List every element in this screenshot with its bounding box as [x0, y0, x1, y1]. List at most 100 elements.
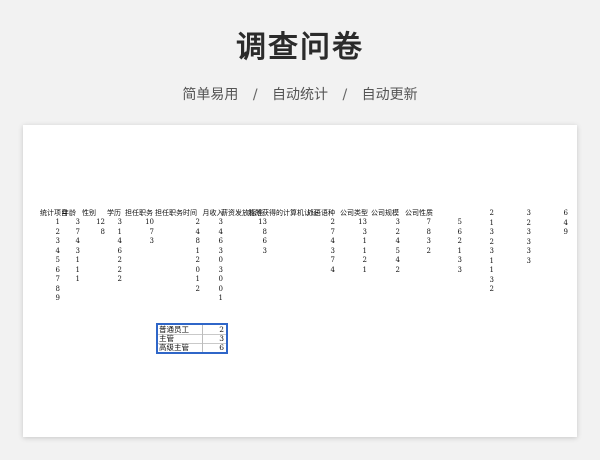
summary-value: 6 — [219, 343, 224, 352]
table-cell: 1 — [195, 275, 200, 284]
row-index: 7 — [55, 275, 60, 284]
table-cell: 0 — [195, 265, 200, 274]
table-cell: 1 — [362, 246, 367, 255]
table-cell: 2 — [117, 275, 122, 284]
table-cell: 3 — [526, 228, 531, 237]
table-cell: 1 — [75, 275, 80, 284]
table-cell: 7 — [330, 227, 335, 236]
table-cell: 3 — [75, 246, 80, 255]
table-cell: 3 — [489, 275, 494, 284]
table-cell: 7 — [330, 256, 335, 265]
column-header: 外语语种 — [307, 209, 335, 217]
table-cell: 13 — [358, 218, 367, 226]
table-cell: 3 — [117, 218, 122, 226]
table-cell: 3 — [526, 209, 531, 217]
table-cell: 4 — [395, 237, 400, 246]
table-cell: 2 — [457, 237, 462, 246]
table-cell: 2 — [330, 218, 335, 226]
table-cell: 1 — [75, 265, 80, 274]
summary-table[interactable]: 普通员工 2 主管 3 高级主管 6 — [156, 323, 228, 354]
row-index: 5 — [55, 256, 60, 265]
summary-row: 高级主管 6 — [158, 343, 226, 352]
table-cell: 1 — [218, 294, 223, 303]
table-cell: 2 — [195, 218, 200, 226]
table-cell: 6 — [218, 237, 223, 246]
summary-label: 高级主管 — [159, 343, 189, 352]
table-cell: 2 — [489, 237, 494, 246]
table-cell: 4 — [75, 237, 80, 246]
table-cell: 5 — [395, 246, 400, 255]
column-header: 公司性质 — [405, 209, 433, 217]
feature-auto-stats: 自动统计 — [272, 87, 328, 103]
row-index: 6 — [55, 265, 60, 274]
table-cell: 8 — [195, 237, 200, 246]
table-cell: 6 — [262, 237, 267, 246]
column-header: 学历 — [107, 209, 121, 217]
page-title: 调查问卷 — [236, 30, 364, 65]
table-cell: 3 — [218, 246, 223, 255]
table-cell: 2 — [426, 246, 431, 255]
separator: / — [342, 87, 348, 103]
table-cell: 3 — [330, 246, 335, 255]
table-cell: 4 — [117, 237, 122, 246]
table-cell: 7 — [149, 227, 154, 236]
row-index: 1 — [55, 218, 60, 226]
summary-label: 普通员工 — [159, 325, 189, 334]
table-cell: 1 — [489, 218, 494, 227]
table-cell: 10 — [145, 218, 154, 226]
table-cell: 3 — [526, 247, 531, 256]
table-cell: 0 — [218, 284, 223, 293]
table-cell: 3 — [362, 227, 367, 236]
table-cell: 3 — [526, 256, 531, 265]
table-cell: 6 — [457, 227, 462, 236]
table-cell: 4 — [563, 218, 568, 227]
row-index: 2 — [55, 227, 60, 236]
table-cell: 0 — [218, 275, 223, 284]
separator: / — [252, 87, 258, 103]
table-cell: 6 — [117, 246, 122, 255]
table-cell: 3 — [218, 218, 223, 226]
table-cell: 2 — [489, 209, 494, 217]
feature-tagline: 简单易用 / 自动统计 / 自动更新 — [0, 84, 600, 104]
table-cell: 7 — [426, 218, 431, 226]
table-cell: 2 — [395, 227, 400, 236]
table-cell: 9 — [563, 228, 568, 237]
table-cell: 6 — [563, 209, 568, 217]
table-cell: 4 — [195, 227, 200, 236]
table-cell: 0 — [218, 256, 223, 265]
table-cell: 4 — [330, 265, 335, 274]
table-cell: 3 — [489, 228, 494, 237]
table-cell: 4 — [395, 256, 400, 265]
table-cell: 3 — [426, 237, 431, 246]
table-cell: 3 — [457, 265, 462, 274]
column-header: 年龄 — [62, 209, 76, 217]
table-cell: 1 — [362, 237, 367, 246]
table-cell: 2 — [362, 256, 367, 265]
table-cell: 4 — [218, 227, 223, 236]
feature-easy: 简单易用 — [182, 87, 239, 103]
table-cell: 7 — [75, 227, 80, 236]
column-header: 公司类型 — [340, 209, 368, 217]
table-cell: 1 — [362, 265, 367, 274]
table-cell: 2 — [117, 265, 122, 274]
table-cell: 3 — [75, 218, 80, 226]
feature-auto-update: 自动更新 — [361, 87, 418, 103]
table-cell: 4 — [330, 237, 335, 246]
column-header: 担任职务 — [125, 209, 153, 217]
table-cell: 2 — [526, 218, 531, 227]
summary-label: 主管 — [159, 334, 174, 343]
table-cell: 3 — [457, 256, 462, 265]
table-cell: 3 — [526, 237, 531, 246]
table-cell: 1 — [489, 256, 494, 265]
row-index: 4 — [55, 246, 60, 255]
summary-value: 3 — [219, 334, 224, 343]
table-cell: 3 — [149, 237, 154, 246]
summary-value: 2 — [219, 325, 224, 334]
column-header: 性别 — [82, 209, 96, 217]
table-cell: 1 — [117, 227, 122, 236]
table-cell: 8 — [426, 227, 431, 236]
table-cell: 2 — [195, 256, 200, 265]
table-cell: 12 — [96, 218, 105, 226]
spreadsheet-preview: 普通员工 2 主管 3 高级主管 6 统计项目 年龄 性别 学历 担任职务 担任职务时间月… — [23, 125, 577, 437]
row-index: 3 — [55, 237, 60, 246]
